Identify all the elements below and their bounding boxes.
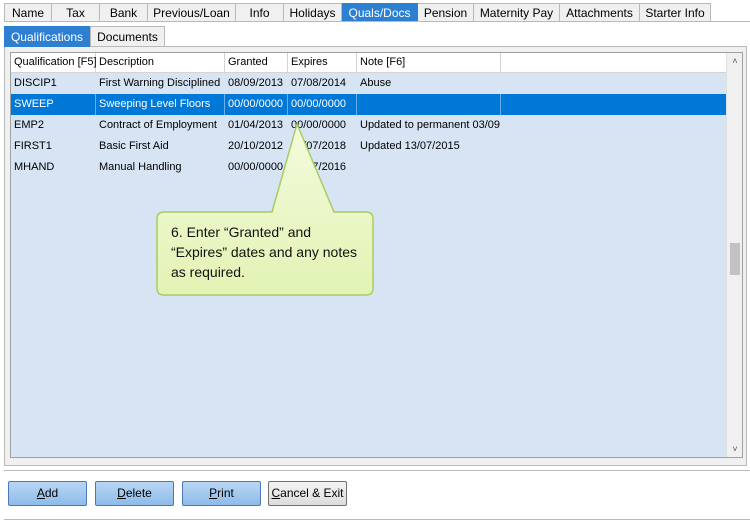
table-row-selected[interactable]: SWEEP Sweeping Level Floors 00/00/0000 0…: [11, 94, 727, 115]
tab-name[interactable]: Name: [4, 3, 52, 22]
cell-note[interactable]: Updated 13/07/2015: [357, 136, 501, 157]
cell-note[interactable]: Updated to permanent 03/09,: [357, 115, 501, 136]
chevron-up-icon[interactable]: ˄: [727, 53, 742, 69]
cancel-button-mnemonic: C: [271, 486, 281, 500]
tab-info[interactable]: Info: [236, 3, 284, 22]
tab-tax[interactable]: Tax: [52, 3, 100, 22]
cell-description[interactable]: First Warning Disciplined: [96, 73, 225, 94]
tab-documents[interactable]: Documents: [90, 26, 165, 47]
cell-granted[interactable]: 00/00/0000: [225, 94, 288, 115]
column-header-expires[interactable]: Expires: [288, 53, 357, 73]
cell-granted[interactable]: 00/00/0000: [225, 157, 288, 178]
print-button-label: rint: [217, 486, 234, 500]
add-button[interactable]: Add: [8, 481, 87, 506]
grid-header: Qualification [F5] Description Granted E…: [11, 53, 727, 73]
table-row[interactable]: EMP2 Contract of Employment 01/04/2013 0…: [11, 115, 727, 136]
cell-description[interactable]: Manual Handling: [96, 157, 225, 178]
cell-qualification[interactable]: MHAND: [11, 157, 96, 178]
cell-expires[interactable]: 17/07/2016: [288, 157, 357, 178]
tab-starter-info[interactable]: Starter Info: [640, 3, 711, 22]
cell-extra: [501, 115, 727, 136]
column-header-granted[interactable]: Granted: [225, 53, 288, 73]
cell-extra: [501, 94, 727, 115]
print-button-mnemonic: P: [209, 486, 218, 500]
cancel-button-label: ancel & Exit: [280, 486, 344, 500]
cell-granted[interactable]: 20/10/2012: [225, 136, 288, 157]
column-header-extra: [501, 53, 727, 73]
cell-expires[interactable]: 07/08/2014: [288, 73, 357, 94]
cell-expires[interactable]: 13/07/2018: [288, 136, 357, 157]
table-row[interactable]: MHAND Manual Handling 00/00/0000 17/07/2…: [11, 157, 727, 178]
sub-tab-strip: Qualifications Documents: [4, 26, 165, 47]
tab-quals-docs[interactable]: Quals/Docs: [342, 3, 418, 22]
cell-granted[interactable]: 08/09/2013: [225, 73, 288, 94]
qualifications-grid[interactable]: Qualification [F5] Description Granted E…: [10, 52, 743, 458]
cell-expires[interactable]: 00/00/0000: [288, 115, 357, 136]
table-row[interactable]: DISCIP1 First Warning Disciplined 08/09/…: [11, 73, 727, 94]
column-header-description[interactable]: Description: [96, 53, 225, 73]
print-button[interactable]: Print: [182, 481, 261, 506]
grid-rows: DISCIP1 First Warning Disciplined 08/09/…: [11, 73, 727, 178]
callout-text: 6. Enter “Granted” and “Expires” dates a…: [171, 224, 357, 280]
cell-description[interactable]: Contract of Employment: [96, 115, 225, 136]
cell-qualification[interactable]: DISCIP1: [11, 73, 96, 94]
top-tab-strip: Name Tax Bank Previous/Loan Info Holiday…: [4, 3, 711, 22]
column-header-note[interactable]: Note [F6]: [357, 53, 501, 73]
delete-button-label: elete: [125, 486, 152, 500]
vertical-scrollbar[interactable]: ˄ ˅: [726, 53, 742, 457]
tab-bank[interactable]: Bank: [100, 3, 148, 22]
tab-pension[interactable]: Pension: [418, 3, 474, 22]
scrollbar-thumb[interactable]: [730, 243, 740, 275]
cell-description[interactable]: Basic First Aid: [96, 136, 225, 157]
cell-qualification[interactable]: SWEEP: [11, 94, 96, 115]
delete-button[interactable]: Delete: [95, 481, 174, 506]
cell-note[interactable]: [357, 157, 501, 178]
add-button-mnemonic: A: [36, 486, 45, 500]
cell-extra: [501, 157, 727, 178]
tab-holidays[interactable]: Holidays: [284, 3, 342, 22]
tab-qualifications[interactable]: Qualifications: [4, 26, 90, 47]
delete-button-mnemonic: D: [117, 486, 126, 500]
cell-note[interactable]: Abuse: [357, 73, 501, 94]
cell-qualification[interactable]: FIRST1: [11, 136, 96, 157]
cell-qualification[interactable]: EMP2: [11, 115, 96, 136]
bottom-divider: [4, 470, 750, 471]
chevron-down-icon[interactable]: ˅: [727, 441, 742, 457]
tab-previous-loan[interactable]: Previous/Loan: [148, 3, 236, 22]
cancel-exit-button[interactable]: Cancel & Exit: [268, 481, 347, 506]
table-row[interactable]: FIRST1 Basic First Aid 20/10/2012 13/07/…: [11, 136, 727, 157]
column-header-qualification[interactable]: Qualification [F5]: [11, 53, 97, 73]
tab-attachments[interactable]: Attachments: [560, 3, 640, 22]
cell-note[interactable]: [357, 94, 501, 115]
tab-strip-divider: [4, 21, 750, 22]
cell-extra: [501, 73, 727, 94]
cell-expires[interactable]: 00/00/0000: [288, 94, 357, 115]
add-button-label: dd: [44, 486, 59, 500]
cell-extra: [501, 136, 727, 157]
cell-description[interactable]: Sweeping Level Floors: [96, 94, 225, 115]
tab-maternity-pay[interactable]: Maternity Pay: [474, 3, 560, 22]
cell-granted[interactable]: 01/04/2013: [225, 115, 288, 136]
footer-divider: [4, 519, 750, 520]
